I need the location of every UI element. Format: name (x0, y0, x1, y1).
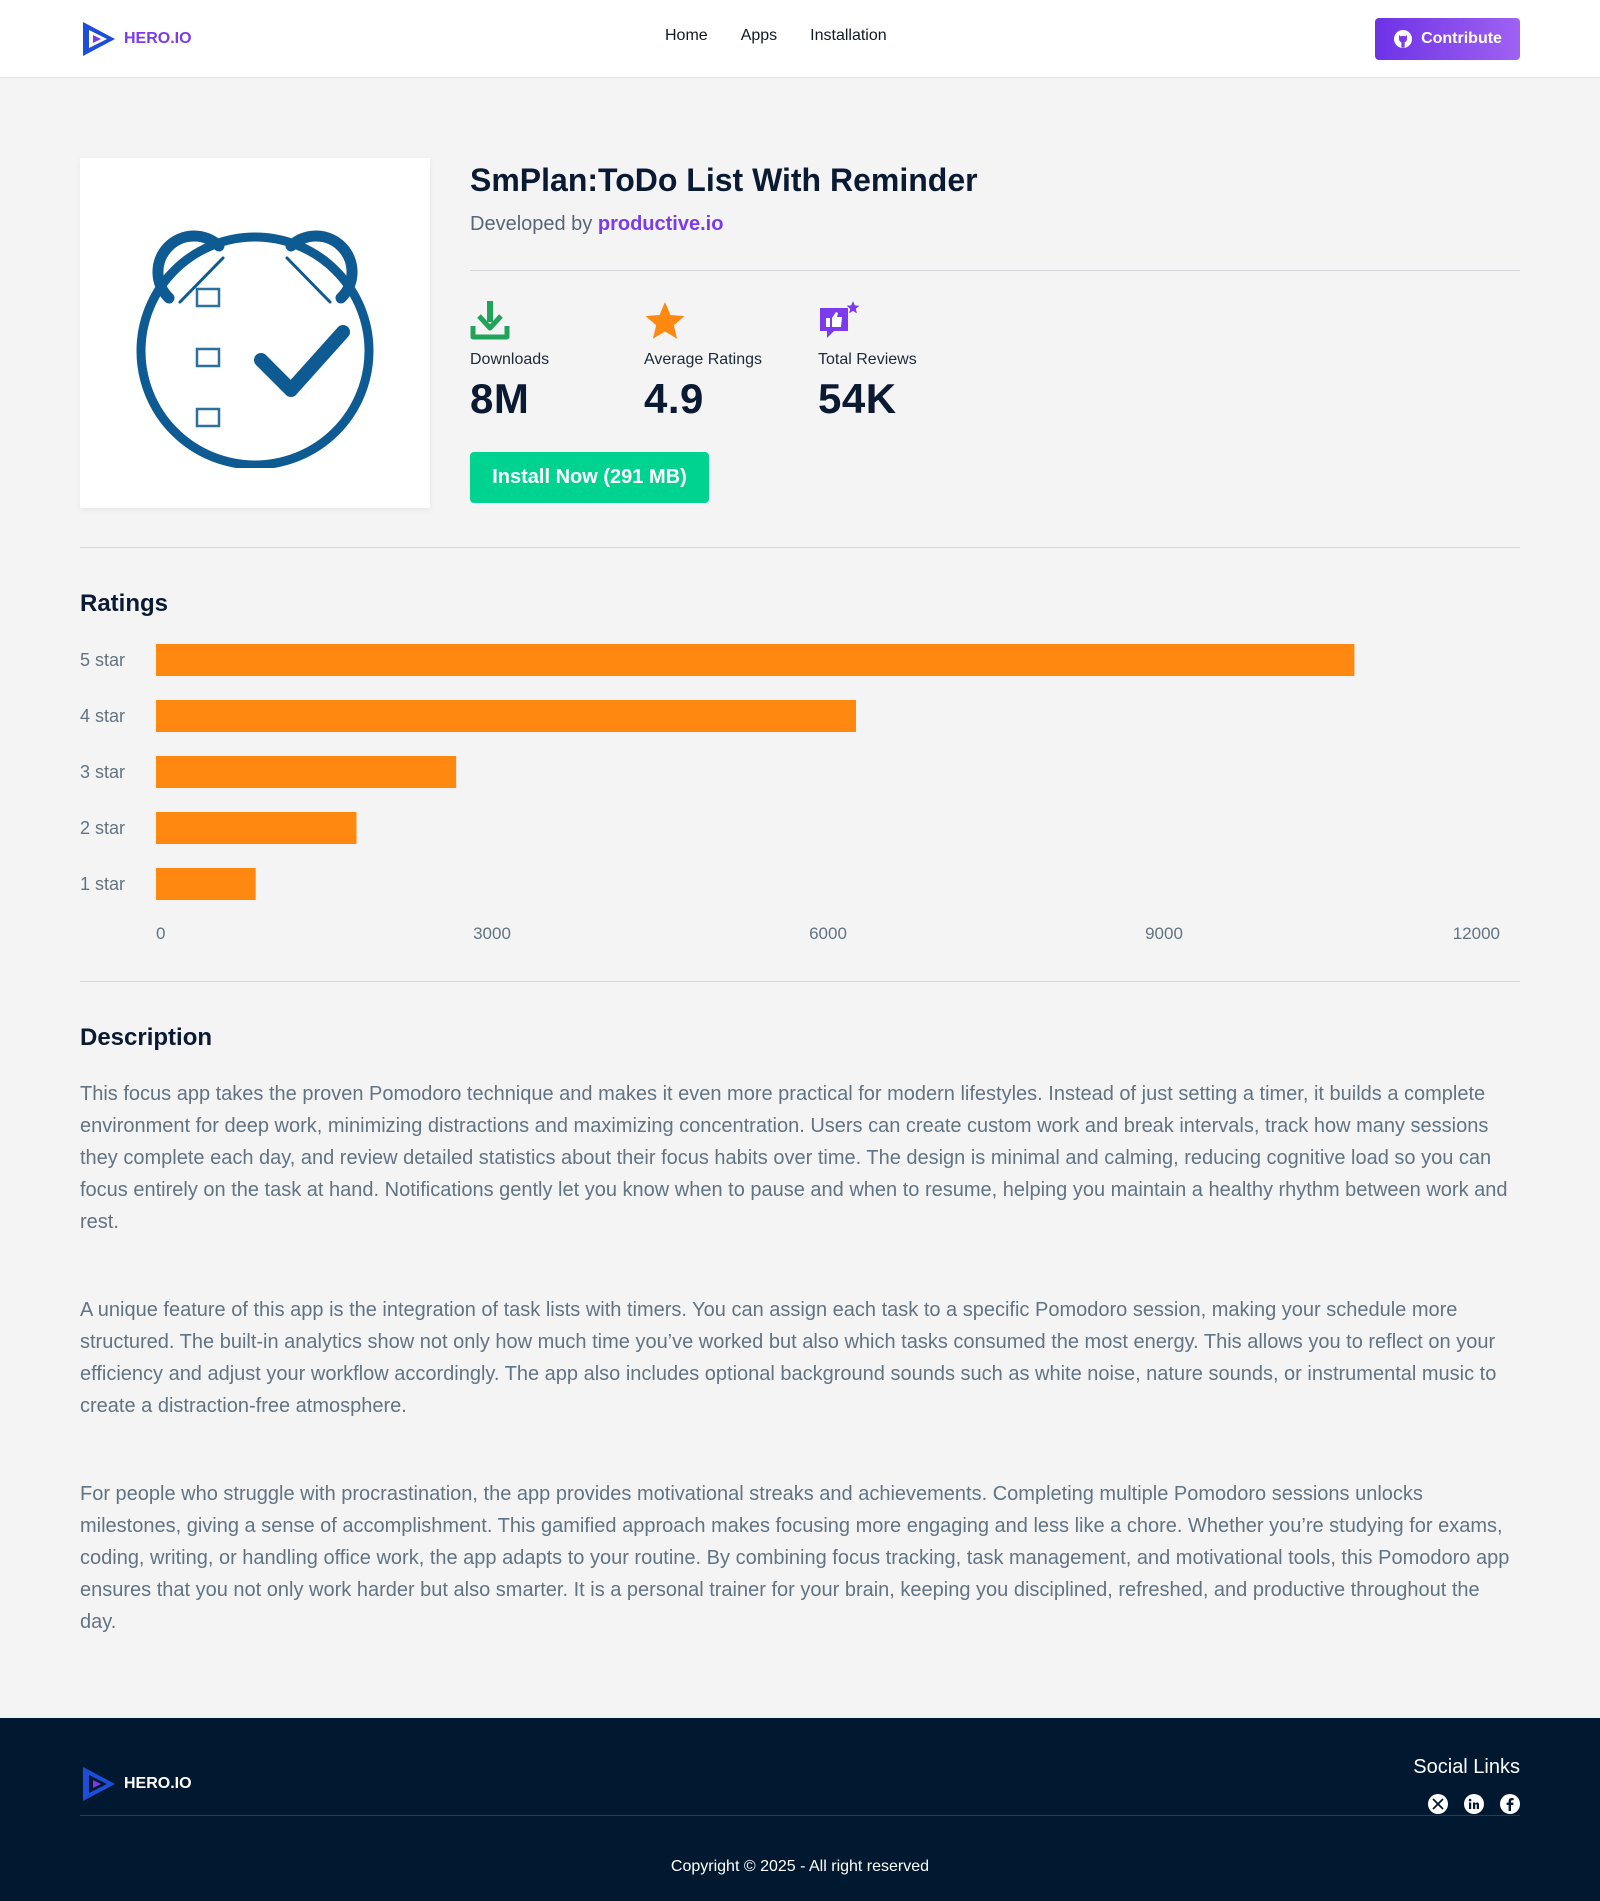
nav-links: Home Apps Installation (665, 27, 887, 45)
contribute-label: Contribute (1421, 30, 1502, 47)
description-paragraph-2: A unique feature of this app is the inte… (80, 1299, 1497, 1417)
rating-bar (156, 756, 457, 788)
rating-bar (156, 644, 1355, 676)
contribute-button[interactable]: Contribute (1375, 18, 1520, 60)
ratings-heading: Ratings (80, 590, 169, 617)
nav-link-apps[interactable]: Apps (741, 27, 777, 45)
stat-average-ratings-label: Average Ratings (644, 351, 762, 368)
social-icons (1428, 1794, 1520, 1814)
navbar: HERO.IO Home Apps Installation Contribut… (0, 0, 1600, 78)
logo-text: HERO.IO (124, 30, 192, 47)
install-button[interactable]: Install Now (291 MB) (470, 452, 709, 503)
ratings-chart: 5 star 4 star 3 star 2 star 1 star 0 3000 6000 9… (80, 644, 1500, 943)
divider (470, 270, 1520, 271)
developer-line: Developed by productive.io (470, 213, 723, 236)
hero-logo-icon (83, 1767, 115, 1801)
github-icon (1394, 30, 1413, 48)
description-paragraph-1: This focus app takes the proven Pomodoro… (80, 1083, 1508, 1233)
x-tick-label: 0 (156, 924, 165, 943)
x-tick-label: 9000 (1145, 924, 1183, 943)
copyright: Copyright © 2025 - All right reserved (670, 1858, 930, 1875)
rating-bar (156, 700, 856, 732)
stat-downloads: Downloads 8M (470, 300, 620, 423)
developer-link[interactable]: productive.io (598, 213, 724, 235)
x-tick-label: 12000 (1453, 924, 1500, 943)
developed-by-prefix: Developed by (470, 213, 593, 235)
rating-bar (156, 868, 256, 900)
rating-category-label: 2 star (80, 818, 125, 838)
social-links-title: Social Links (1413, 1756, 1520, 1778)
stat-total-reviews-value: 54K (818, 375, 897, 422)
logo-link[interactable]: HERO.IO (80, 18, 192, 60)
rating-category-label: 4 star (80, 706, 125, 726)
rating-category-label: 3 star (80, 762, 125, 782)
x-twitter-icon[interactable] (1428, 1794, 1448, 1814)
footer-logo[interactable]: HERO.IO (80, 1764, 192, 1804)
nav-link-home[interactable]: Home (665, 27, 708, 45)
rating-category-label: 5 star (80, 650, 125, 670)
footer: HERO.IO Social Links Copyright © 2025 - … (0, 1718, 1600, 1901)
linkedin-glyph (1468, 1798, 1479, 1809)
linkedin-icon[interactable] (1464, 1794, 1484, 1814)
hero-logo-icon (83, 22, 115, 56)
nav-link-installation[interactable]: Installation (810, 27, 887, 45)
stat-total-reviews: Total Reviews 54K (818, 300, 968, 423)
app-icon-card (80, 158, 430, 508)
rating-category-label: 1 star (80, 874, 125, 894)
facebook-glyph (1506, 1798, 1514, 1811)
footer-divider (80, 1815, 1520, 1816)
stat-average-ratings: Average Ratings 4.9 (644, 300, 794, 423)
stat-average-ratings-value: 4.9 (644, 375, 704, 422)
app-title: SmPlan:ToDo List With Reminder (470, 162, 978, 198)
divider (80, 547, 1520, 548)
stat-downloads-label: Downloads (470, 351, 550, 368)
description-heading: Description (80, 1024, 213, 1051)
alarm-clock-checklist-icon (136, 230, 374, 468)
x-tick-label: 3000 (473, 924, 511, 943)
description-paragraph-3: For people who struggle with procrastina… (80, 1483, 1510, 1633)
x-tick-label: 6000 (809, 924, 847, 943)
x-glyph (1432, 1798, 1444, 1810)
footer-logo-text: HERO.IO (124, 1775, 192, 1792)
facebook-icon[interactable] (1500, 1794, 1520, 1814)
rating-bar (156, 812, 357, 844)
star-icon (645, 302, 685, 339)
stat-total-reviews-label: Total Reviews (818, 351, 917, 368)
like-review-icon (820, 301, 860, 338)
stat-downloads-value: 8M (470, 375, 530, 422)
download-icon (470, 301, 510, 340)
divider (80, 981, 1520, 982)
